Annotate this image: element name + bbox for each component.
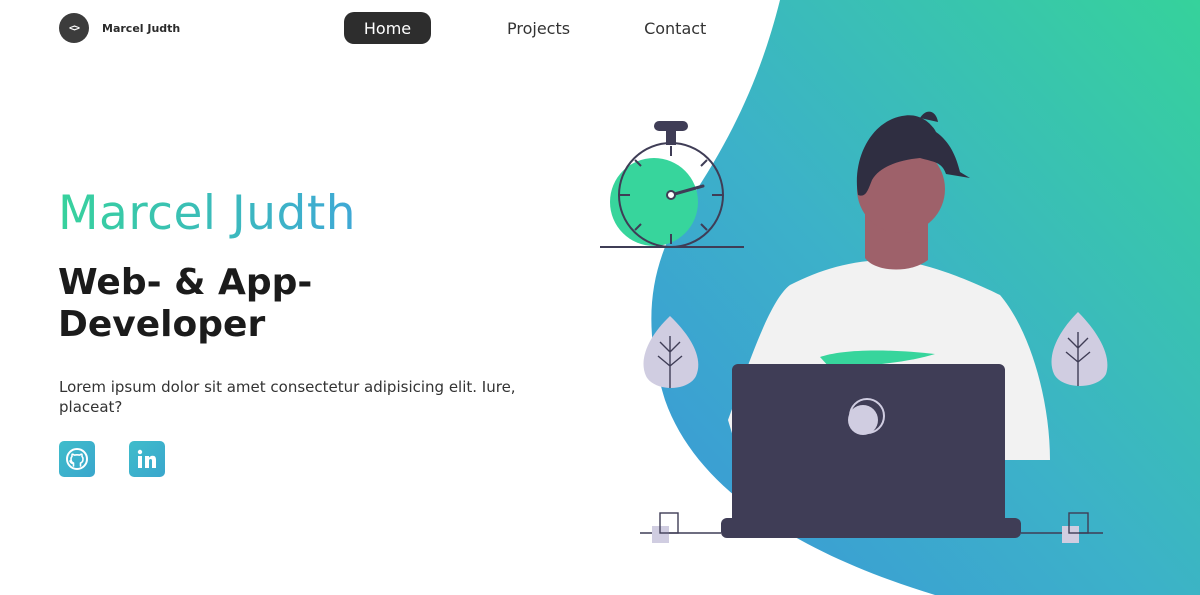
nav-contact[interactable]: Contact xyxy=(644,12,706,44)
portfolio-page: <> Marcel Judth Home Projects Contact Ma… xyxy=(0,0,1200,595)
brand[interactable]: <> Marcel Judth xyxy=(59,13,180,43)
nav-projects[interactable]: Projects xyxy=(507,12,570,44)
github-icon xyxy=(66,448,88,470)
social-links xyxy=(59,441,165,477)
code-brackets-icon: <> xyxy=(59,13,89,43)
developer-illustration xyxy=(600,111,1108,543)
hero-role: Web- & App- Developer xyxy=(58,262,378,346)
plant-right xyxy=(1051,312,1108,386)
brand-name: Marcel Judth xyxy=(102,21,181,35)
laptop xyxy=(721,364,1021,538)
main-nav: Home Projects Contact xyxy=(344,12,706,44)
linkedin-icon xyxy=(137,449,156,468)
nav-home[interactable]: Home xyxy=(344,12,431,44)
stopwatch xyxy=(600,121,744,248)
hero-description: Lorem ipsum dolor sit amet consectetur a… xyxy=(59,378,516,417)
github-link[interactable] xyxy=(59,441,95,477)
hero-role-line2: Developer xyxy=(58,304,266,346)
linkedin-link[interactable] xyxy=(129,441,165,477)
plant-left xyxy=(643,316,699,388)
site-header: <> Marcel Judth Home Projects Contact xyxy=(0,0,1200,58)
hero-name: Marcel Judth xyxy=(58,186,357,241)
hero-role-line1: Web- & App- xyxy=(58,262,313,303)
